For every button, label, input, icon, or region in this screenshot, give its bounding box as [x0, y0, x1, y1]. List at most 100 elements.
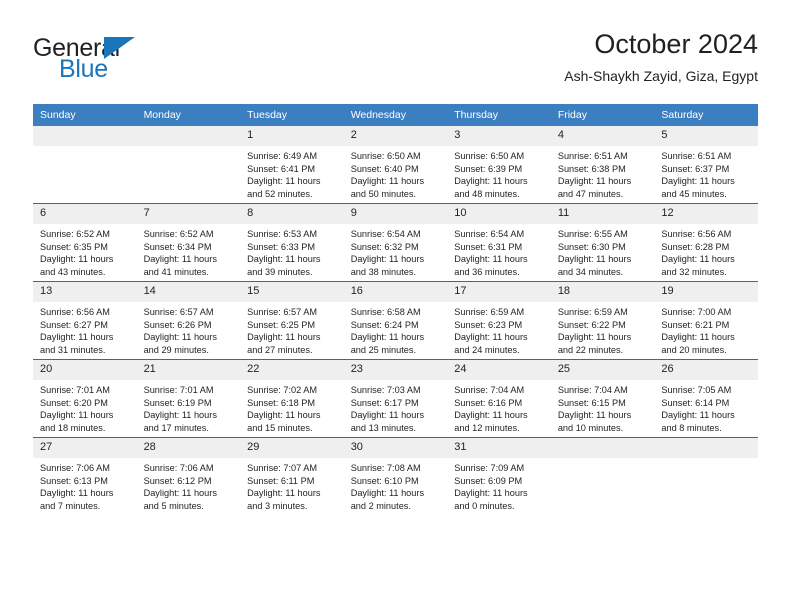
- day-details: Sunrise: 6:51 AM Sunset: 6:38 PM Daylight:…: [551, 146, 655, 200]
- daylight-duration-line2: and 3 minutes.: [247, 500, 308, 511]
- calendar-day-cell[interactable]: 4 Sunrise: 6:51 AM Sunset: 6:38 PM Daylight…: [550, 126, 655, 204]
- calendar-day-cell[interactable]: 23 Sunrise: 7:03 AM Sunset: 6:17 PM Dayligh…: [343, 359, 448, 438]
- calendar-day-cell[interactable]: 5 Sunrise: 6:51 AM Sunset: 6:37 PM Daylight…: [654, 126, 758, 204]
- daylight-duration-line2: and 8 minutes.: [661, 422, 722, 433]
- calendar-week-row: 27 Sunrise: 7:06 AM Sunset: 6:13 PM Dayligh…: [33, 437, 758, 515]
- calendar-day-cell[interactable]: 29 Sunrise: 7:07 AM Sunset: 6:11 PM Dayligh…: [240, 437, 344, 515]
- sunrise-time: Sunrise: 6:55 AM: [557, 229, 628, 239]
- calendar-week-row: 20 Sunrise: 7:01 AM Sunset: 6:20 PM Dayligh…: [33, 359, 758, 438]
- day-details: [137, 146, 241, 150]
- sunrise-time: Sunrise: 6:57 AM: [143, 307, 214, 317]
- sunset-time: Sunset: 6:35 PM: [40, 241, 108, 252]
- sunset-time: Sunset: 6:10 PM: [350, 475, 419, 486]
- calendar-day-cell[interactable]: 11 Sunrise: 6:55 AM Sunset: 6:30 PM Dayligh…: [550, 203, 655, 282]
- day-number: 14: [136, 282, 241, 302]
- day-details: [551, 458, 655, 462]
- calendar-day-cell[interactable]: 18 Sunrise: 6:59 AM Sunset: 6:22 PM Dayligh…: [550, 281, 655, 360]
- sunset-time: Sunset: 6:18 PM: [247, 397, 316, 408]
- day-number: [654, 438, 758, 458]
- calendar-day-cell[interactable]: 13 Sunrise: 6:56 AM Sunset: 6:27 PM Dayligh…: [33, 281, 137, 360]
- daylight-duration-line2: and 47 minutes.: [557, 188, 624, 199]
- daylight-duration-line1: Daylight: 11 hours: [143, 332, 217, 343]
- sunset-time: Sunset: 6:28 PM: [661, 241, 730, 252]
- calendar-day-cell[interactable]: 17 Sunrise: 6:59 AM Sunset: 6:23 PM Dayligh…: [447, 281, 551, 360]
- weekday-header-row: Sunday Monday Tuesday Wednesday Thursday Frid…: [33, 104, 758, 126]
- weekday-header-monday: Monday: [136, 104, 241, 126]
- calendar-day-cell[interactable]: 14 Sunrise: 6:57 AM Sunset: 6:26 PM Dayligh…: [136, 281, 241, 360]
- calendar-day-cell[interactable]: 2 Sunrise: 6:50 AM Sunset: 6:40 PM Daylight…: [343, 126, 448, 204]
- calendar-day-cell[interactable]: 31 Sunrise: 7:09 AM Sunset: 6:09 PM Dayligh…: [447, 437, 551, 515]
- daylight-duration-line2: and 29 minutes.: [143, 344, 209, 355]
- weekday-header-thursday: Thursday: [447, 104, 551, 126]
- day-details: [33, 146, 137, 150]
- calendar-day-cell-empty: [136, 126, 241, 204]
- calendar-day-cell[interactable]: 8 Sunrise: 6:53 AM Sunset: 6:33 PM Daylight…: [240, 203, 344, 282]
- daylight-duration-line1: Daylight: 11 hours: [40, 332, 114, 343]
- sunrise-time: Sunrise: 7:09 AM: [454, 463, 525, 473]
- day-number: 21: [136, 360, 241, 380]
- general-blue-logo: General Blue: [33, 34, 263, 90]
- sunrise-time: Sunrise: 6:56 AM: [661, 229, 732, 239]
- calendar-day-cell[interactable]: 22 Sunrise: 7:02 AM Sunset: 6:18 PM Dayligh…: [240, 359, 344, 438]
- daylight-duration-line1: Daylight: 11 hours: [661, 410, 735, 421]
- calendar-table: Sunday Monday Tuesday Wednesday Thursday Frid…: [33, 104, 758, 515]
- daylight-duration-line1: Daylight: 11 hours: [454, 488, 528, 499]
- calendar-day-cell[interactable]: 10 Sunrise: 6:54 AM Sunset: 6:31 PM Dayligh…: [447, 203, 551, 282]
- calendar-day-cell[interactable]: 6 Sunrise: 6:52 AM Sunset: 6:35 PM Daylight…: [33, 203, 137, 282]
- daylight-duration-line2: and 50 minutes.: [350, 188, 417, 199]
- calendar-day-cell[interactable]: 25 Sunrise: 7:04 AM Sunset: 6:15 PM Dayligh…: [550, 359, 655, 438]
- sunrise-time: Sunrise: 6:54 AM: [454, 229, 525, 239]
- daylight-duration-line1: Daylight: 11 hours: [557, 332, 632, 343]
- daylight-duration-line2: and 39 minutes.: [247, 266, 313, 277]
- sunrise-time: Sunrise: 7:06 AM: [40, 463, 110, 473]
- daylight-duration-line2: and 0 minutes.: [454, 500, 515, 511]
- day-details: Sunrise: 7:06 AM Sunset: 6:13 PM Daylight:…: [33, 458, 137, 512]
- calendar-day-cell[interactable]: 28 Sunrise: 7:06 AM Sunset: 6:12 PM Dayligh…: [136, 437, 241, 515]
- daylight-duration-line2: and 20 minutes.: [661, 344, 727, 355]
- calendar-week-row: 13 Sunrise: 6:56 AM Sunset: 6:27 PM Dayligh…: [33, 281, 758, 360]
- day-number: 20: [33, 360, 137, 380]
- sunrise-time: Sunrise: 7:05 AM: [661, 385, 732, 395]
- logo-text-blue: Blue: [59, 55, 108, 83]
- calendar-day-cell[interactable]: 30 Sunrise: 7:08 AM Sunset: 6:10 PM Dayligh…: [343, 437, 448, 515]
- day-number: 10: [447, 204, 551, 224]
- daylight-duration-line2: and 48 minutes.: [454, 188, 520, 199]
- calendar-page: General Blue October 2024 Ash-Shaykh Zay…: [0, 0, 792, 612]
- sunset-time: Sunset: 6:14 PM: [661, 397, 730, 408]
- calendar-day-cell[interactable]: 9 Sunrise: 6:54 AM Sunset: 6:32 PM Daylight…: [343, 203, 448, 282]
- daylight-duration-line1: Daylight: 11 hours: [557, 176, 632, 187]
- weekday-header-wednesday: Wednesday: [343, 104, 448, 126]
- sunrise-time: Sunrise: 7:00 AM: [661, 307, 732, 317]
- sunrise-time: Sunrise: 6:57 AM: [247, 307, 318, 317]
- calendar-day-cell[interactable]: 7 Sunrise: 6:52 AM Sunset: 6:34 PM Daylight…: [136, 203, 241, 282]
- weekday-header-friday: Friday: [550, 104, 655, 126]
- calendar-day-cell[interactable]: 16 Sunrise: 6:58 AM Sunset: 6:24 PM Dayligh…: [343, 281, 448, 360]
- day-details: Sunrise: 6:55 AM Sunset: 6:30 PM Daylight:…: [551, 224, 655, 278]
- page-title: October 2024: [594, 29, 758, 59]
- calendar-day-cell[interactable]: 21 Sunrise: 7:01 AM Sunset: 6:19 PM Dayligh…: [136, 359, 241, 438]
- calendar-day-cell[interactable]: 20 Sunrise: 7:01 AM Sunset: 6:20 PM Dayligh…: [33, 359, 137, 438]
- day-details: Sunrise: 7:05 AM Sunset: 6:14 PM Daylight:…: [654, 380, 758, 434]
- calendar-day-cell[interactable]: 1 Sunrise: 6:49 AM Sunset: 6:41 PM Daylight…: [240, 126, 344, 204]
- sunset-time: Sunset: 6:13 PM: [40, 475, 108, 486]
- day-number: 11: [550, 204, 655, 224]
- sunrise-time: Sunrise: 7:01 AM: [40, 385, 110, 395]
- calendar-week-row: 1 Sunrise: 6:49 AM Sunset: 6:41 PM Daylight…: [33, 126, 758, 204]
- sunset-time: Sunset: 6:24 PM: [350, 319, 419, 330]
- sunset-time: Sunset: 6:30 PM: [557, 241, 626, 252]
- day-number: 26: [654, 360, 758, 380]
- calendar-day-cell[interactable]: 19 Sunrise: 7:00 AM Sunset: 6:21 PM Dayligh…: [654, 281, 758, 360]
- calendar-day-cell[interactable]: 3 Sunrise: 6:50 AM Sunset: 6:39 PM Daylight…: [447, 126, 551, 204]
- day-details: Sunrise: 6:54 AM Sunset: 6:31 PM Daylight:…: [447, 224, 551, 278]
- calendar-day-cell[interactable]: 15 Sunrise: 6:57 AM Sunset: 6:25 PM Dayligh…: [240, 281, 344, 360]
- calendar-day-cell[interactable]: 27 Sunrise: 7:06 AM Sunset: 6:13 PM Dayligh…: [33, 437, 137, 515]
- day-number: 27: [33, 438, 137, 458]
- day-number: 23: [343, 360, 448, 380]
- calendar-day-cell[interactable]: 26 Sunrise: 7:05 AM Sunset: 6:14 PM Dayligh…: [654, 359, 758, 438]
- calendar-week-row: 6 Sunrise: 6:52 AM Sunset: 6:35 PM Daylight…: [33, 203, 758, 282]
- calendar-day-cell[interactable]: 12 Sunrise: 6:56 AM Sunset: 6:28 PM Dayligh…: [654, 203, 758, 282]
- day-details: Sunrise: 6:58 AM Sunset: 6:24 PM Daylight:…: [344, 302, 448, 356]
- sunset-time: Sunset: 6:25 PM: [247, 319, 316, 330]
- calendar-day-cell[interactable]: 24 Sunrise: 7:04 AM Sunset: 6:16 PM Dayligh…: [447, 359, 551, 438]
- daylight-duration-line1: Daylight: 11 hours: [350, 332, 425, 343]
